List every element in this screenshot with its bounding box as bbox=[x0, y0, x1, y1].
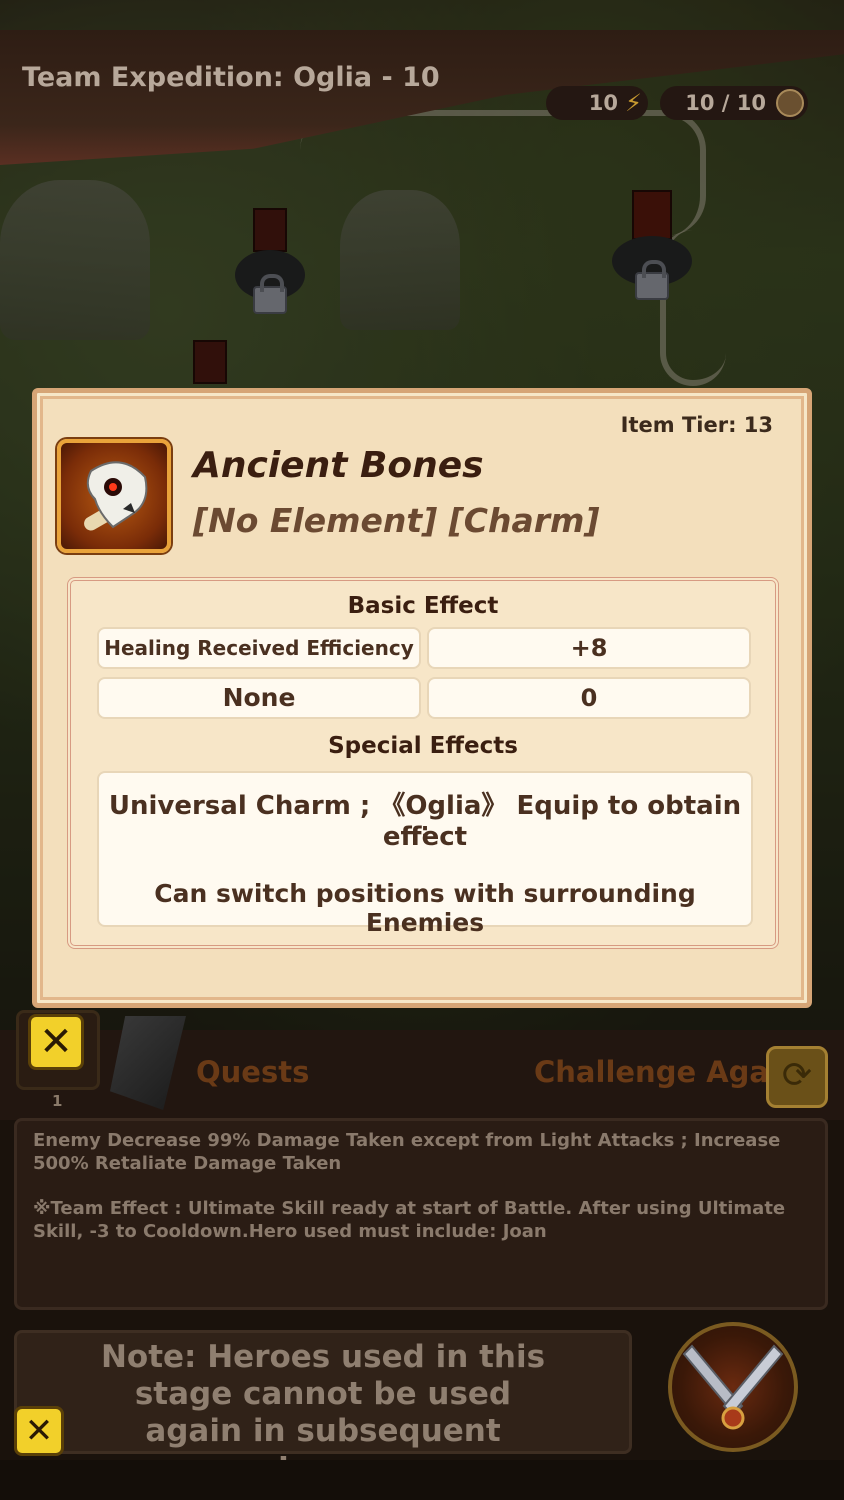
attempts-value: 10 / 10 bbox=[685, 91, 766, 115]
stamina-value: 10 bbox=[588, 91, 618, 115]
team-effect-text: ※Team Effect : Ultimate Skill ready at s… bbox=[33, 1198, 786, 1242]
basic-effect-value: 0 bbox=[427, 677, 751, 719]
refresh-icon: ⟳ bbox=[781, 1055, 813, 1096]
basic-effect-title: Basic Effect bbox=[347, 593, 499, 619]
special-effect-line: : bbox=[420, 819, 430, 844]
special-effects-text: Universal Charm ; 《Oglia》 Equip to obtai… bbox=[97, 771, 753, 937]
basic-effect-name: None bbox=[97, 677, 421, 719]
basic-effect-name: Healing Received Efficiency % bbox=[97, 627, 421, 698]
battle-button[interactable] bbox=[668, 1322, 798, 1452]
item-detail-popup: Item Tier: 13 Ancient Bones [No Element]… bbox=[32, 388, 812, 1008]
tab-quests[interactable]: Quests bbox=[196, 1055, 309, 1089]
close-button[interactable]: ✕ bbox=[28, 1014, 84, 1070]
bottom-bar bbox=[0, 1460, 844, 1500]
battle-swords-icon bbox=[682, 1344, 784, 1430]
attempts-counter: 10 / 10 bbox=[660, 86, 808, 120]
item-icon bbox=[57, 439, 171, 553]
special-effect-line: Can switch positions with surrounding En… bbox=[154, 879, 696, 937]
basic-effect-value: +8 bbox=[427, 627, 751, 669]
attempts-icon bbox=[776, 89, 804, 117]
close-icon: ✕ bbox=[24, 1411, 54, 1451]
skull-bone-icon bbox=[84, 461, 148, 531]
close-note-button[interactable]: ✕ bbox=[14, 1406, 64, 1456]
enemy-effect-text: Enemy Decrease 99% Damage Taken except f… bbox=[33, 1130, 781, 1174]
item-tier: Item Tier: 13 bbox=[620, 413, 773, 437]
challenge-again-label[interactable]: Challenge Again bbox=[534, 1055, 800, 1089]
challenge-again-button[interactable]: ⟳ bbox=[766, 1046, 828, 1108]
lightning-icon: ⚡ bbox=[625, 89, 642, 117]
slot-count: 1 bbox=[52, 1092, 63, 1110]
item-type: [No Element] [Charm] bbox=[193, 501, 600, 540]
item-name: Ancient Bones bbox=[193, 445, 484, 486]
effects-panel: Basic Effect Healing Received Efficiency… bbox=[67, 577, 779, 949]
page-title: Team Expedition: Oglia - 10 bbox=[22, 62, 440, 93]
stage-description: Enemy Decrease 99% Damage Taken except f… bbox=[14, 1118, 828, 1310]
special-effects-title: Special Effects bbox=[328, 733, 518, 759]
stage-note: Note: Heroes used in this stage cannot b… bbox=[14, 1330, 632, 1486]
stamina-counter: 10 ⚡ bbox=[546, 86, 648, 120]
close-icon: ✕ bbox=[39, 1019, 73, 1065]
